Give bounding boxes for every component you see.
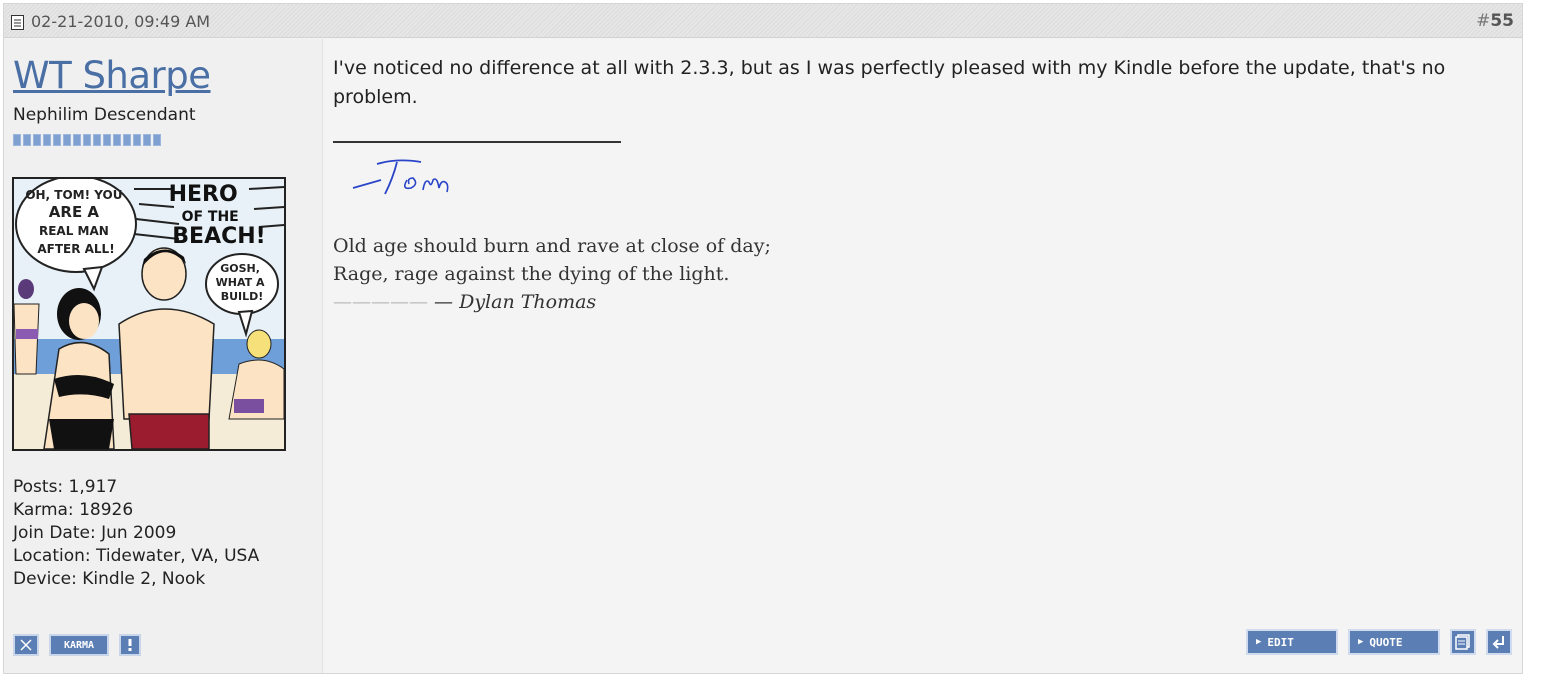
user-stats: Posts: 1,917 Karma: 18926 Join Date: Jun… [13, 476, 259, 591]
user-posts: Posts: 1,917 [13, 477, 118, 497]
post-header: 02-21-2010, 09:49 AM #55 [4, 4, 1522, 38]
user-info-panel: WT Sharpe Nephilim Descendant OH, TOM! Y… [4, 39, 323, 673]
play-arrow-icon: ▶ [1358, 637, 1364, 647]
post-message: I've noticed no difference at all with 2… [333, 57, 1446, 108]
comic-avatar-image: OH, TOM! YOU ARE A REAL MAN AFTER ALL! H… [14, 179, 284, 449]
post-actions: ▶ EDIT ▶ QUOTE [1246, 629, 1512, 655]
post-number-link[interactable]: #55 [1476, 11, 1514, 31]
poem-author: — Dylan Thomas [434, 291, 597, 313]
post-content: I've noticed no difference at all with 2… [333, 54, 1503, 313]
play-arrow-icon: ▶ [1256, 637, 1262, 647]
user-location: Location: Tidewater, VA, USA [13, 546, 260, 566]
signature-separator [333, 141, 621, 143]
user-actions: KARMA [13, 634, 141, 656]
poem-attribution: ————— — Dylan Thomas [333, 288, 771, 316]
quick-reply-icon[interactable] [1486, 629, 1512, 655]
forum-post: 02-21-2010, 09:49 AM #55 WT Sharpe Nephi… [3, 3, 1523, 674]
user-karma: Karma: 18926 [13, 500, 134, 520]
post-number: 55 [1490, 11, 1514, 31]
post-date: 02-21-2010, 09:49 AM [31, 12, 211, 31]
signature-poem: Old age should burn and rave at close of… [333, 232, 771, 316]
poem-dashes: ————— [333, 291, 428, 313]
edit-label: EDIT [1267, 635, 1294, 649]
user-device: Device: Kindle 2, Nook [13, 569, 206, 589]
poem-line-2: Rage, rage against the dying of the ligh… [333, 263, 730, 285]
comic-bubble-right-text: GOSH, WHAT A BUILD! [216, 262, 269, 303]
post-number-prefix: # [1476, 11, 1491, 31]
quote-label: QUOTE [1369, 635, 1403, 649]
avatar: OH, TOM! YOU ARE A REAL MAN AFTER ALL! H… [12, 177, 286, 451]
edit-button[interactable]: ▶ EDIT [1246, 629, 1338, 655]
reputation-bar [13, 134, 161, 146]
multi-quote-icon[interactable] [1450, 629, 1476, 655]
username-link[interactable]: WT Sharpe [13, 54, 211, 97]
poem-line-1: Old age should burn and rave at close of… [333, 235, 771, 257]
offline-status-icon[interactable] [13, 634, 39, 656]
quote-button[interactable]: ▶ QUOTE [1348, 629, 1440, 655]
user-join-date: Join Date: Jun 2009 [13, 523, 177, 543]
karma-button[interactable]: KARMA [49, 634, 109, 656]
report-post-icon[interactable] [119, 634, 141, 656]
user-title: Nephilim Descendant [13, 105, 196, 125]
handwritten-signature [352, 159, 449, 195]
document-icon [11, 15, 24, 30]
